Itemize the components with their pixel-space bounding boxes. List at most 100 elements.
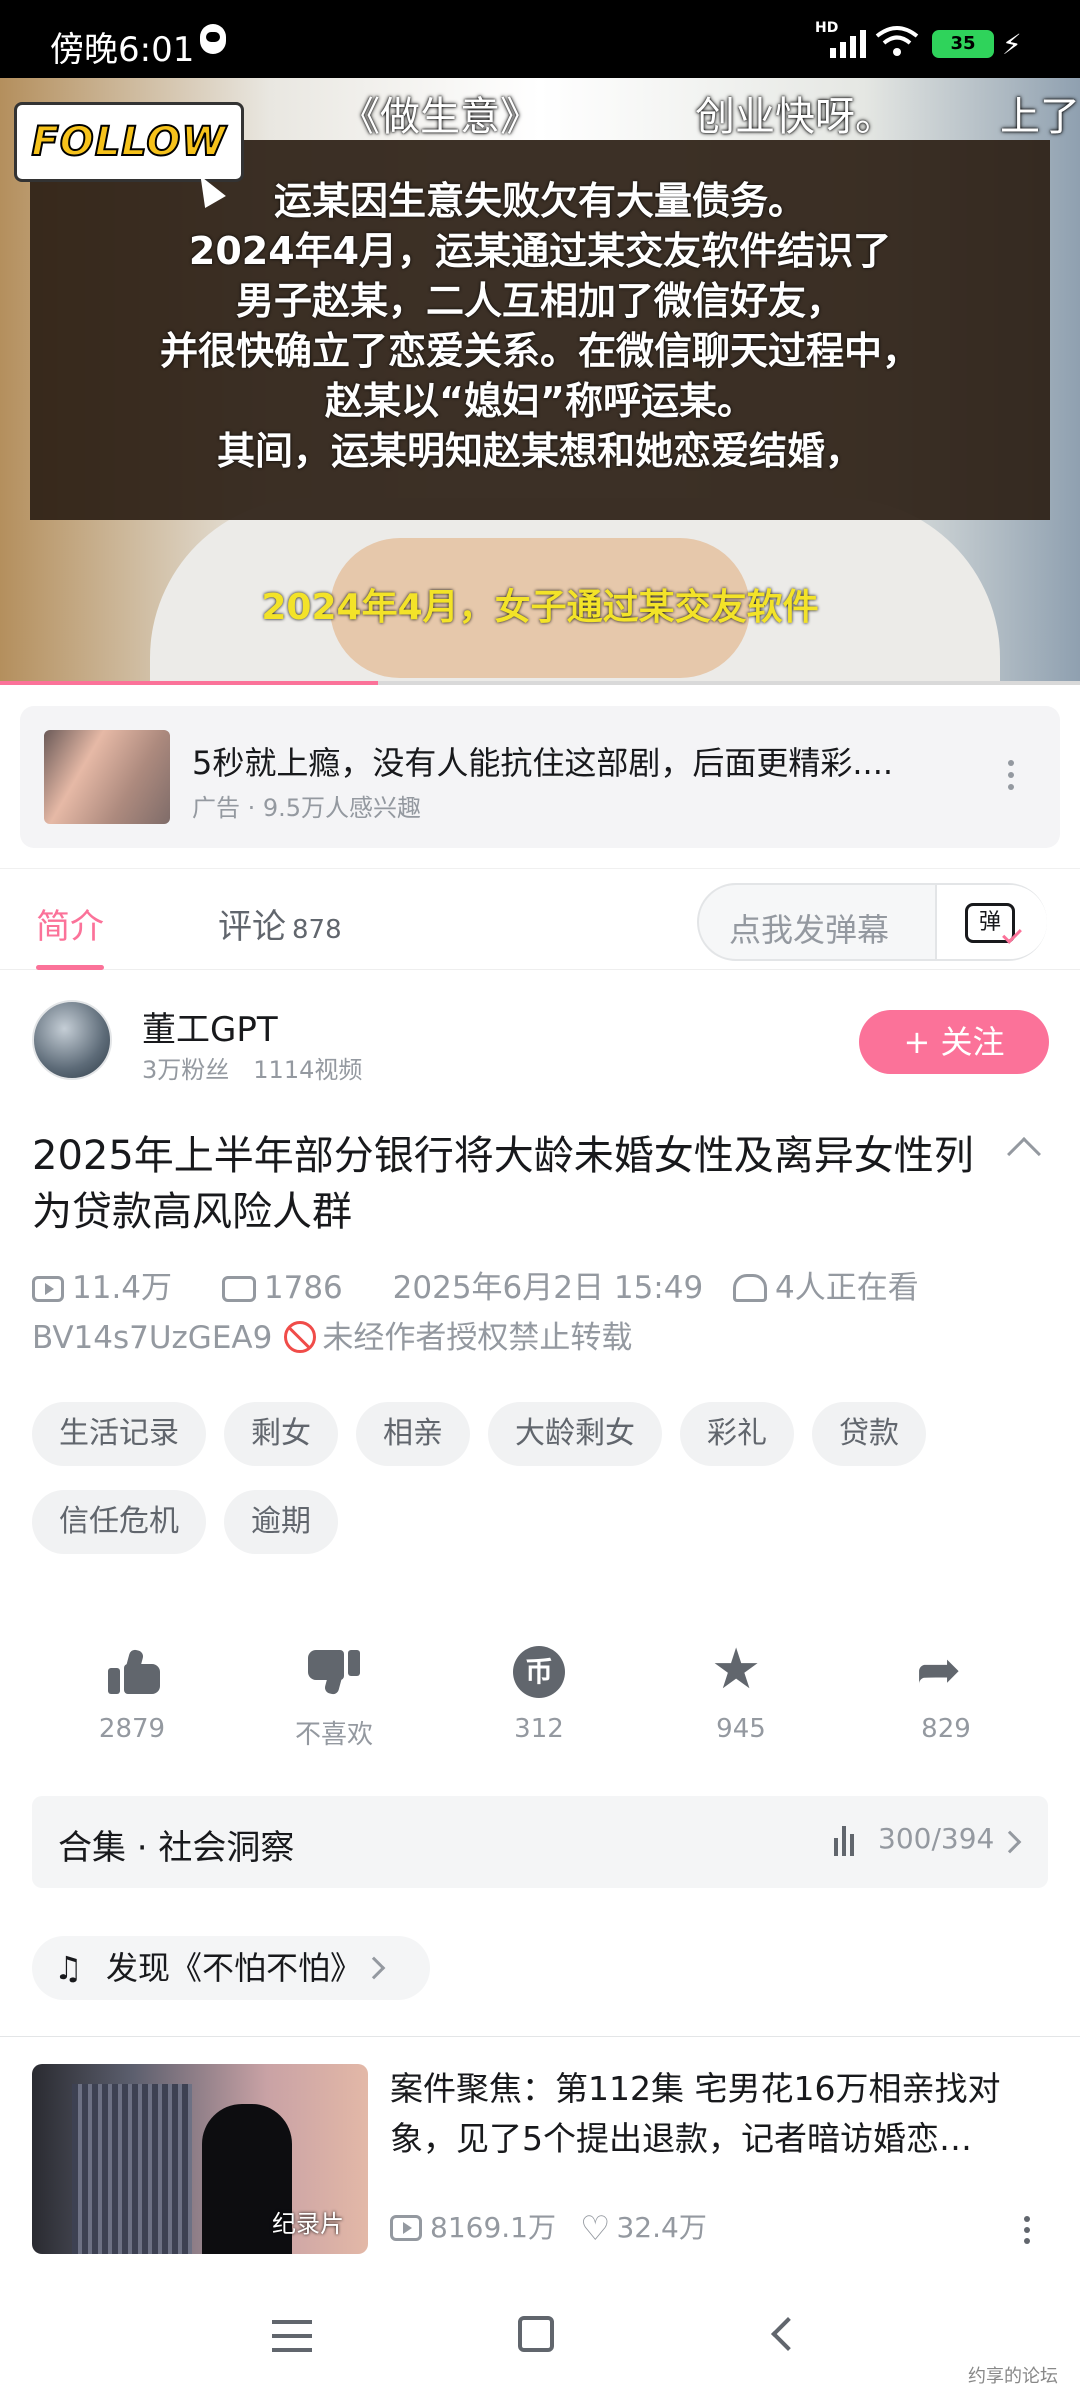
play-count: 11.4万 <box>72 1270 173 1306</box>
chevron-right-icon <box>362 1956 386 1980</box>
heart-icon: ♡ <box>579 2209 611 2249</box>
tab-comments[interactable]: 评论 878 <box>218 899 342 948</box>
danmaku-placeholder: 点我发弹幕 <box>729 911 890 949</box>
tag-item[interactable]: 生活记录 <box>32 1402 206 1466</box>
collection-row[interactable]: 合集 · 社会洞察 300/394 <box>32 1796 1048 1888</box>
tag-item[interactable]: 大龄剩女 <box>488 1402 662 1466</box>
battery-icon: 35 <box>932 30 994 58</box>
video-progress-fill <box>0 681 378 685</box>
tag-item[interactable]: 相亲 <box>356 1402 470 1466</box>
publish-date: 2025年6月2日 15:49 <box>392 1270 704 1306</box>
danmaku-count: 1786 <box>263 1270 343 1306</box>
tag-item[interactable]: 逾期 <box>224 1490 338 1554</box>
collection-list-icon <box>834 1826 854 1856</box>
no-repost-icon <box>284 1321 317 1353</box>
author-fans: 3万粉丝 <box>142 1056 230 1084</box>
discover-chip[interactable]: ♫ 发现《不怕不怕》 <box>32 1936 431 2000</box>
copyright-notice: 未经作者授权禁止转载 <box>322 1320 633 1356</box>
follow-sticker-text: FOLLOW <box>30 118 227 166</box>
home-icon[interactable] <box>518 2316 554 2352</box>
author-meta: 3万粉丝 1114视频 <box>142 1050 386 1085</box>
danmaku-toggle-button[interactable]: 弹 <box>935 885 1047 959</box>
menu-icon[interactable] <box>272 2320 312 2362</box>
wifi-icon <box>875 26 919 56</box>
viewers-icon <box>733 1274 768 1302</box>
video-news-text: 运某因生意失败欠有大量债务。 2024年4月，运某通过某交友软件结识了 男子赵某… <box>159 179 920 473</box>
watermark: 约享的论坛 <box>968 2366 1058 2387</box>
star-icon: ★ <box>711 1637 762 1702</box>
video-title: 2025年上半年部分银行将大龄未婚女性及离异女性列为贷款高风险人群 <box>32 1133 974 1235</box>
comments-count: 878 <box>292 915 342 945</box>
ad-title: 5秒就上瘾，没有人能抗住这部剧，后面更精彩.... <box>192 744 894 782</box>
recommended-likes: 32.4万 <box>616 2211 707 2244</box>
chevron-up-icon[interactable] <box>1007 1137 1041 1171</box>
ad-subtitle: 广告 · 9.5万人感兴趣 <box>192 794 422 822</box>
thumbs-down-icon <box>308 1650 360 1696</box>
more-options-icon[interactable] <box>1024 2216 1030 2249</box>
tab-bar: 简介 评论 878 点我发弹幕 弹 <box>0 868 1080 970</box>
like-button[interactable]: 2879 <box>62 1640 202 1744</box>
author-videos: 1114视频 <box>253 1056 363 1084</box>
ad-card[interactable]: 5秒就上瘾，没有人能抗住这部剧，后面更精彩.... 广告 · 9.5万人感兴趣 <box>20 706 1060 848</box>
status-time: 傍晚6:01 <box>50 30 195 70</box>
like-count: 2879 <box>98 1714 166 1744</box>
danmaku-input[interactable]: 点我发弹幕 弹 <box>697 883 1047 961</box>
video-progress-bar[interactable] <box>0 681 1080 685</box>
more-options-icon[interactable] <box>1008 760 1014 796</box>
author-name[interactable]: 董工GPT <box>142 1002 278 1051</box>
tag-item[interactable]: 信任危机 <box>32 1490 206 1554</box>
thumbnail-label: 纪录片 <box>272 2210 344 2238</box>
chevron-right-icon <box>998 1830 1022 1854</box>
status-bar: 傍晚6:01 HD 35 ⚡ <box>0 0 1080 78</box>
video-id-row: BV14s7UzGEA9 未经作者授权禁止转载 <box>32 1312 632 1357</box>
tab-intro[interactable]: 简介 <box>36 899 104 948</box>
video-stats: 11.4万 1786 2025年6月2日 15:49 4人正在看 <box>32 1262 959 1307</box>
tag-item[interactable]: 贷款 <box>812 1402 926 1466</box>
video-subtitle: 2024年4月，女子通过某交友软件 <box>261 587 819 628</box>
tag-item[interactable]: 彩礼 <box>680 1402 794 1466</box>
favorite-count: 945 <box>716 1714 766 1744</box>
ad-thumbnail <box>44 730 170 824</box>
collection-label: 合集 · 社会洞察 <box>58 1828 295 1868</box>
tag-item[interactable]: 剩女 <box>224 1402 338 1466</box>
follow-button[interactable]: + 关注 <box>859 1010 1049 1074</box>
share-count: 829 <box>921 1714 971 1744</box>
recommended-meta: 8169.1万 ♡ 32.4万 <box>390 2206 707 2249</box>
danmaku-count-icon <box>221 1276 256 1302</box>
tag-list: 生活记录 剩女 相亲 大龄剩女 彩礼 贷款 信任危机 逾期 <box>32 1402 1062 1578</box>
collection-progress: 300/394 <box>878 1822 995 1855</box>
recommended-thumbnail: 纪录片 <box>32 2064 368 2254</box>
share-icon: ➦ <box>916 1638 962 1701</box>
dislike-label: 不喜欢 <box>294 1720 373 1750</box>
music-note-icon: ♫ <box>54 1949 83 1987</box>
share-button[interactable]: ➦ 829 <box>876 1638 1016 1745</box>
play-count-icon <box>390 2215 422 2241</box>
qq-notification-icon <box>200 24 226 54</box>
thumbs-up-icon <box>108 1648 160 1694</box>
system-nav-bar <box>0 2280 1080 2400</box>
avatar[interactable] <box>32 1000 112 1080</box>
video-top-caption-right: 创业快呀。 <box>695 94 895 140</box>
back-icon[interactable] <box>771 2317 805 2351</box>
tab-comments-label: 评论 <box>218 907 286 947</box>
author-row: 董工GPT 3万粉丝 1114视频 + 关注 <box>0 990 1080 1100</box>
tab-active-indicator <box>36 965 104 970</box>
favorite-button[interactable]: ★ 945 <box>671 1637 811 1745</box>
recommended-title: 案件聚焦：第112集 宅男花16万相亲找对象，见了5个提出退款，记者暗访婚恋… <box>390 2069 1001 2158</box>
dislike-button[interactable]: 不喜欢 <box>264 1640 404 1751</box>
coin-button[interactable]: 币 312 <box>469 1640 609 1744</box>
signal-icon <box>830 30 866 58</box>
charging-icon: ⚡ <box>1002 28 1022 61</box>
recommended-video[interactable]: 纪录片 案件聚焦：第112集 宅男花16万相亲找对象，见了5个提出退款，记者暗访… <box>32 2064 1048 2254</box>
action-bar: 2879 不喜欢 币 312 ★ 945 ➦ 829 <box>0 1640 1080 1760</box>
divider <box>0 2036 1080 2037</box>
coin-count: 312 <box>514 1714 564 1744</box>
video-top-caption-edge: 上了 <box>1000 94 1080 140</box>
recommended-plays: 8169.1万 <box>430 2211 556 2244</box>
discover-label: 发现《不怕不怕》 <box>106 1949 363 1987</box>
watching-count: 4人正在看 <box>775 1270 919 1306</box>
video-top-caption: 《做生意》 <box>340 94 540 140</box>
play-count-icon <box>32 1276 64 1302</box>
video-player[interactable]: 运某因生意失败欠有大量债务。 2024年4月，运某通过某交友软件结识了 男子赵某… <box>0 78 1080 685</box>
coin-icon: 币 <box>513 1646 565 1698</box>
